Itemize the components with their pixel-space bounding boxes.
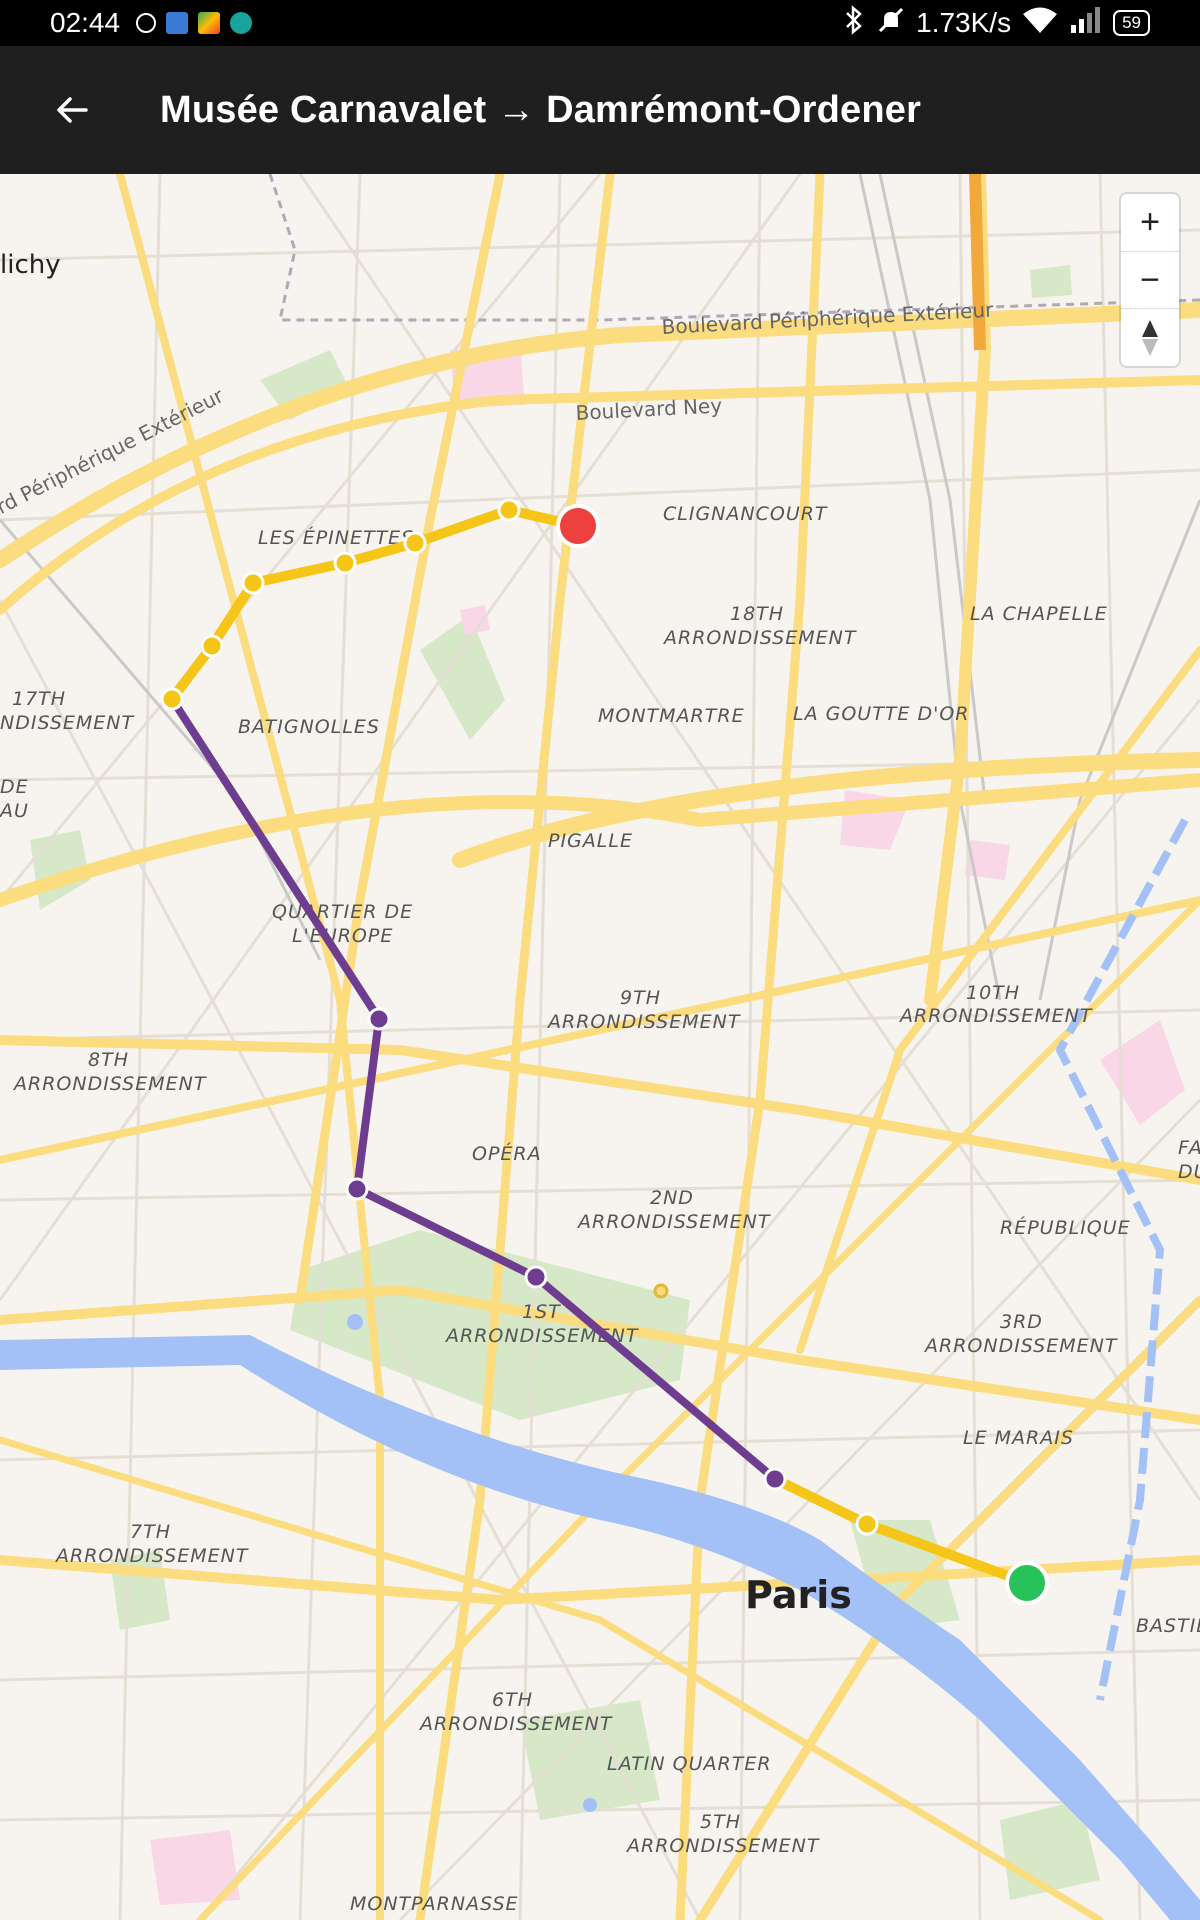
- label-clignancourt: CLIGNANCOURT: [663, 503, 828, 525]
- map-canvas[interactable]: lichy Boulevard Périphérique Extérieur a…: [0, 174, 1200, 1920]
- pond: [347, 1314, 363, 1330]
- label-la-chapelle: LA CHAPELLE: [970, 603, 1108, 625]
- origin-marker[interactable]: [1005, 1561, 1049, 1605]
- label-clichy: lichy: [0, 250, 61, 280]
- stop-metro[interactable]: [524, 1265, 548, 1289]
- notification-icon: [136, 13, 157, 33]
- label-17th-a: 17TH: [12, 688, 66, 710]
- label-2nd-b: ARRONDISSEMENT: [576, 1211, 771, 1233]
- label-au: AU: [0, 800, 29, 822]
- label-6th-a: 6TH: [492, 1689, 533, 1711]
- zoom-out-button[interactable]: −: [1121, 252, 1179, 310]
- store-notification-icon: [198, 12, 221, 34]
- label-9th-b: ARRONDISSEMENT: [546, 1011, 741, 1033]
- label-pigalle: PIGALLE: [548, 830, 633, 852]
- label-bastille: BASTIL: [1136, 1615, 1200, 1637]
- compass-icon: [1142, 319, 1158, 356]
- label-republique: RÉPUBLIQUE: [1000, 1216, 1131, 1239]
- battery-icon: 59: [1113, 10, 1150, 36]
- label-paris: Paris: [745, 1573, 852, 1617]
- stop-walk[interactable]: [241, 571, 265, 595]
- pond: [583, 1798, 597, 1812]
- mute-icon: [876, 5, 906, 42]
- poi-marker: [653, 1283, 669, 1299]
- stop-metro[interactable]: [367, 1007, 391, 1031]
- label-5th-a: 5TH: [700, 1811, 741, 1833]
- zoom-in-button[interactable]: +: [1121, 194, 1179, 252]
- stop-walk[interactable]: [497, 498, 521, 522]
- status-bar: 02:44 1.73K/s 59: [0, 0, 1200, 46]
- label-leurope: L'EUROPE: [292, 925, 393, 947]
- app-bar: Musée Carnavalet → Damrémont-Ordener: [0, 46, 1200, 174]
- label-batignolles: BATIGNOLLES: [238, 716, 380, 738]
- label-18th-b: ARRONDISSEMENT: [662, 627, 857, 649]
- wifi-icon: [1021, 5, 1059, 42]
- label-quartier-de: QUARTIER DE: [272, 901, 413, 923]
- label-6th-b: ARRONDISSEMENT: [418, 1713, 613, 1735]
- label-10th-a: 10TH: [966, 982, 1020, 1004]
- label-3rd-b: ARRONDISSEMENT: [923, 1335, 1118, 1357]
- net-speed: 1.73K/s: [916, 7, 1012, 38]
- label-10th-b: ARRONDISSEMENT: [898, 1005, 1093, 1027]
- label-montmartre: MONTMARTRE: [598, 705, 745, 727]
- status-time: 02:44: [50, 7, 121, 38]
- stop-walk-transfer[interactable]: [160, 687, 184, 711]
- signal-icon: [1069, 5, 1103, 42]
- stop-walk[interactable]: [200, 634, 224, 658]
- bluetooth-icon: [842, 4, 866, 42]
- stop-walk[interactable]: [855, 1512, 879, 1536]
- label-le-marais: LE MARAIS: [963, 1427, 1074, 1449]
- label-17th-b: NDISSEMENT: [0, 712, 135, 734]
- motorway: [969, 174, 986, 351]
- app-notification-icon: [166, 12, 189, 34]
- messaging-notification-icon: [230, 12, 253, 34]
- label-latin-quarter: LATIN QUARTER: [607, 1753, 772, 1775]
- stop-walk[interactable]: [333, 551, 357, 575]
- label-3rd-a: 3RD: [1000, 1311, 1043, 1333]
- label-7th-a: 7TH: [130, 1521, 171, 1543]
- label-opera: OPÉRA: [472, 1142, 542, 1165]
- label-montparnasse: MONTPARNASSE: [350, 1893, 519, 1915]
- label-la-goutte-dor: LA GOUTTE D'OR: [793, 703, 969, 725]
- label-5th-b: ARRONDISSEMENT: [625, 1835, 820, 1857]
- status-left: 02:44: [50, 7, 253, 39]
- map-view[interactable]: lichy Boulevard Périphérique Extérieur a…: [0, 174, 1200, 1920]
- label-de: DE: [0, 776, 29, 798]
- destination-marker[interactable]: [556, 504, 600, 548]
- label-du: DU: [1178, 1161, 1200, 1183]
- label-7th-b: ARRONDISSEMENT: [54, 1545, 249, 1567]
- label-fa: FA: [1178, 1137, 1200, 1159]
- label-8th-b: ARRONDISSEMENT: [12, 1073, 207, 1095]
- label-8th-a: 8TH: [88, 1049, 129, 1071]
- label-2nd-a: 2ND: [650, 1187, 694, 1209]
- back-arrow-icon[interactable]: [36, 74, 108, 146]
- stop-metro-transfer[interactable]: [763, 1467, 787, 1491]
- route-title: Musée Carnavalet → Damrémont-Ordener: [160, 88, 922, 131]
- zoom-controls: + −: [1121, 194, 1179, 366]
- label-9th-a: 9TH: [620, 987, 661, 1009]
- label-18th-a: 18TH: [730, 603, 784, 625]
- stop-walk[interactable]: [403, 531, 427, 555]
- status-right: 1.73K/s 59: [842, 4, 1150, 42]
- label-1st-a: 1ST: [522, 1301, 561, 1323]
- stop-metro[interactable]: [345, 1177, 369, 1201]
- compass-button[interactable]: [1121, 309, 1179, 366]
